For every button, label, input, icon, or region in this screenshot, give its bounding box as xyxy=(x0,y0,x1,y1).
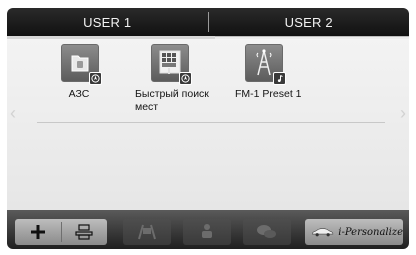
music-note-badge-icon xyxy=(273,72,286,85)
seat-icon xyxy=(202,224,212,238)
road-icon xyxy=(138,224,156,240)
page-left-arrow-icon[interactable]: ‹ xyxy=(10,103,20,123)
navigation-badge-icon xyxy=(179,72,192,85)
chat-icon xyxy=(257,225,276,238)
page-right-arrow-icon[interactable]: › xyxy=(396,103,406,123)
bottom-toolbar: i-Personalize xyxy=(7,210,409,249)
car-icon xyxy=(312,228,334,237)
shortcut-item-quick-search[interactable]: Быстрый поиск мест xyxy=(135,44,215,114)
plus-icon xyxy=(30,225,45,239)
shortcut-item-gas-station[interactable]: АЗС xyxy=(47,44,127,101)
tab-user-1[interactable]: USER 1 xyxy=(7,8,208,36)
shortcut-label: АЗС xyxy=(68,88,90,100)
i-personalize-label: i-Personalize xyxy=(338,226,403,238)
tab-user-1-label: USER 1 xyxy=(83,14,132,30)
shortcut-label: FM-1 Preset 1 xyxy=(235,88,302,100)
road-button xyxy=(123,219,171,245)
personalize-screen: USER 1 USER 2 ‹ › АЗС Быстрый поиск мест… xyxy=(7,8,409,249)
navigation-badge-icon xyxy=(89,72,102,85)
shortcut-area: ‹ › АЗС Быстрый поиск мест FM-1 Preset 1 xyxy=(7,39,409,210)
shortcut-label: Быстрый поиск мест xyxy=(135,88,209,113)
chat-button xyxy=(243,219,291,245)
edit-layout-button[interactable] xyxy=(61,219,107,245)
seat-button xyxy=(183,219,231,245)
tab-user-2-label: USER 2 xyxy=(284,14,333,30)
user-tabs: USER 1 USER 2 xyxy=(7,8,409,36)
add-button[interactable] xyxy=(15,219,61,245)
edit-layout-icon xyxy=(75,224,93,240)
i-personalize-button[interactable]: i-Personalize xyxy=(305,219,403,245)
folder-icon xyxy=(61,44,102,85)
add-edit-button-group xyxy=(15,219,107,245)
quick-search-icon xyxy=(151,44,192,85)
radio-tower-icon xyxy=(245,44,286,85)
tab-user-2[interactable]: USER 2 xyxy=(209,8,410,36)
content-divider xyxy=(37,122,385,123)
shortcut-item-fm-preset[interactable]: FM-1 Preset 1 xyxy=(235,44,315,101)
